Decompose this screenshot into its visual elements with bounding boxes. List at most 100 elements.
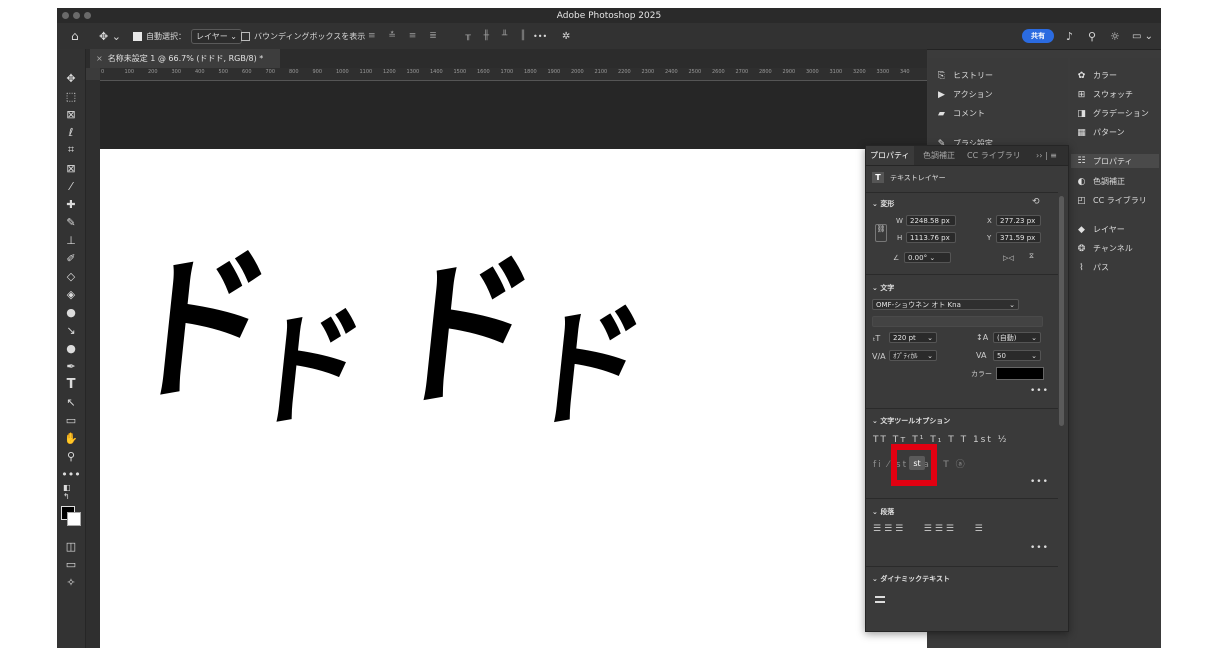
- swatches-panel-button[interactable]: ⊞ スウォッチ: [1076, 89, 1133, 100]
- font-family-dropdown[interactable]: OMF-ショウネン オト Kna ⌄: [872, 299, 1019, 310]
- character-section-title[interactable]: ⌄ 文字: [872, 283, 894, 293]
- text-layer-icon: T: [872, 172, 884, 183]
- y-input[interactable]: 371.59 px: [996, 232, 1041, 243]
- object-select-tool-icon[interactable]: ⊠: [63, 107, 79, 121]
- tracking-input[interactable]: 50 ⌄: [993, 350, 1041, 361]
- dodge2-tool-icon[interactable]: ●: [63, 341, 79, 355]
- lightbulb-icon[interactable]: ☼: [1110, 23, 1120, 49]
- background-color-swatch[interactable]: [67, 512, 81, 526]
- screen-mode-icon[interactable]: ▭: [63, 557, 79, 571]
- close-window-button[interactable]: [62, 12, 69, 19]
- home-icon[interactable]: ⌂: [71, 23, 79, 49]
- swap-colors-icon[interactable]: ◧ ↰: [63, 483, 79, 501]
- auto-select-target-dropdown[interactable]: レイヤー ⌄: [191, 23, 243, 49]
- flip-horizontal-icon[interactable]: ▷◁: [1003, 254, 1014, 262]
- character-more-button[interactable]: •••: [1030, 386, 1049, 396]
- dynamic-text-icon[interactable]: [875, 596, 885, 603]
- link-icon[interactable]: ⛓: [875, 224, 887, 242]
- angle-value: 0.00°: [908, 253, 928, 262]
- frame-tool-icon[interactable]: ⊠: [63, 161, 79, 175]
- tab-adjustments[interactable]: 色調補正: [923, 146, 955, 165]
- dynamic-text-section-title[interactable]: ⌄ ダイナミックテキスト: [872, 574, 950, 584]
- bell-icon[interactable]: ♪: [1066, 23, 1073, 49]
- auto-select-checkbox[interactable]: 自動選択：: [133, 23, 186, 49]
- healing-brush-tool-icon[interactable]: ✚: [63, 197, 79, 211]
- hand-tool-icon[interactable]: ✋: [63, 431, 79, 445]
- edit-toolbar-icon[interactable]: •••: [61, 467, 80, 481]
- workspace-icon[interactable]: ▭ ⌄: [1132, 23, 1153, 49]
- flip-vertical-icon[interactable]: ⧖: [1029, 252, 1034, 261]
- properties-scrollbar[interactable]: [1059, 196, 1064, 426]
- comments-panel-button[interactable]: ▰ コメント: [936, 108, 985, 119]
- type-options-more-button[interactable]: •••: [1030, 477, 1049, 487]
- patterns-panel-button[interactable]: ▦ パターン: [1076, 127, 1124, 138]
- font-size-input[interactable]: 220 pt ⌄: [889, 332, 937, 343]
- lasso-tool-icon[interactable]: ℓ: [63, 125, 79, 139]
- rectangle-tool-icon[interactable]: ▭: [63, 413, 79, 427]
- stamp-tool-icon[interactable]: ⊥: [63, 233, 79, 247]
- properties-panel-button[interactable]: ☷ プロパティ: [1071, 154, 1159, 168]
- panel-menu-icon[interactable]: ›› | ≡: [1036, 146, 1057, 165]
- paint-bucket-tool-icon[interactable]: ◈: [63, 287, 79, 301]
- text-color-swatch[interactable]: [996, 367, 1044, 380]
- gradients-panel-button[interactable]: ◨ グラデーション: [1076, 108, 1149, 119]
- height-input[interactable]: 1113.76 px: [906, 232, 956, 243]
- x-label: X: [987, 217, 992, 225]
- paragraph-more-button[interactable]: •••: [1030, 543, 1049, 553]
- layers-panel-button[interactable]: ◆ レイヤー: [1076, 224, 1125, 235]
- blur-tool-icon[interactable]: ●: [63, 305, 79, 319]
- minimize-window-button[interactable]: [73, 12, 80, 19]
- horizontal-ruler[interactable]: 0 100 200 300 400 500 600 700 800 900 1000 1100 1200…: [100, 68, 927, 81]
- path-select-tool-icon[interactable]: ↖: [63, 395, 79, 409]
- close-tab-icon[interactable]: ×: [96, 54, 103, 63]
- paths-panel-button[interactable]: ⌇ パス: [1076, 262, 1109, 273]
- font-style-dropdown[interactable]: [872, 316, 1043, 327]
- font-family-value: OMF-ショウネン オト Kna: [876, 300, 961, 309]
- channels-panel-button[interactable]: ❂ チャンネル: [1076, 243, 1133, 254]
- color-panel-button[interactable]: ✿ カラー: [1076, 70, 1117, 81]
- canvas[interactable]: ド ド ド ド: [100, 149, 927, 648]
- adjustments-panel-button[interactable]: ◐ 色調補正: [1076, 176, 1125, 187]
- move-tool-icon[interactable]: ✥ ⌄: [99, 23, 121, 49]
- type-tool-icon[interactable]: T: [63, 377, 79, 392]
- width-input[interactable]: 2248.58 px: [906, 215, 956, 226]
- cc-libraries-panel-button[interactable]: ◰ CC ライブラリ: [1076, 195, 1146, 206]
- marquee-tool-icon[interactable]: ⬚: [63, 89, 79, 103]
- pen-tool-icon[interactable]: ✒: [63, 359, 79, 373]
- ruler-tick: 2500: [688, 69, 702, 75]
- move-tool-icon[interactable]: ✥: [63, 71, 79, 85]
- eraser-tool-icon[interactable]: ◇: [63, 269, 79, 283]
- type-options-section-title[interactable]: ⌄ 文字ツールオプション: [872, 416, 950, 426]
- actions-panel-button[interactable]: ▶ アクション: [936, 89, 993, 100]
- tab-properties[interactable]: プロパティ: [866, 146, 914, 165]
- angle-input[interactable]: 0.00° ⌄: [904, 252, 951, 263]
- align-icons[interactable]: ≡ ≛ ≡ ≣ ╥ ╫ ╨ ║: [368, 23, 531, 49]
- 3d-mode-icon[interactable]: ✲: [562, 23, 570, 49]
- x-input[interactable]: 277.23 px: [996, 215, 1041, 226]
- eyedropper-tool-icon[interactable]: ⁄: [63, 179, 79, 193]
- more-options-button[interactable]: •••: [533, 23, 547, 49]
- document-tab[interactable]: × 名称未設定 1 @ 66.7% (ドドド, RGB/8) *: [90, 49, 280, 68]
- share-button[interactable]: 共有: [1022, 29, 1054, 43]
- tracking-icon: VA: [976, 351, 987, 360]
- history-brush-tool-icon[interactable]: ✐: [63, 251, 79, 265]
- crop-tool-icon[interactable]: ⌗: [63, 143, 79, 157]
- paths-icon: ⌇: [1079, 262, 1084, 273]
- leading-input[interactable]: (自動) ⌄: [993, 332, 1041, 343]
- transform-section-title[interactable]: ⌄ 変形: [872, 199, 894, 209]
- brush-tool-icon[interactable]: ✎: [63, 215, 79, 229]
- bounding-box-checkbox[interactable]: バウンディングボックスを表示: [241, 23, 365, 49]
- paragraph-align-buttons[interactable]: ☰☰☰ ☰☰☰ ☰: [873, 524, 986, 534]
- quick-mask-icon[interactable]: ◫: [63, 539, 79, 553]
- vertical-ruler[interactable]: [86, 80, 101, 648]
- tab-cc-libraries[interactable]: CC ライブラリ: [967, 146, 1021, 165]
- search-icon[interactable]: ⚲: [1088, 23, 1096, 49]
- generative-icon[interactable]: ✧: [63, 575, 79, 589]
- paragraph-section-title[interactable]: ⌄ 段落: [872, 507, 894, 517]
- zoom-window-button[interactable]: [84, 12, 91, 19]
- history-panel-button[interactable]: ⎘ ヒストリー: [936, 70, 993, 81]
- zoom-tool-icon[interactable]: ⚲: [63, 449, 79, 463]
- kerning-input[interactable]: ｵﾌﾟﾃｨｶﾙ ⌄: [889, 350, 937, 361]
- dodge-tool-icon[interactable]: ↘: [63, 323, 79, 337]
- reset-transform-icon[interactable]: ⟲: [1032, 197, 1040, 207]
